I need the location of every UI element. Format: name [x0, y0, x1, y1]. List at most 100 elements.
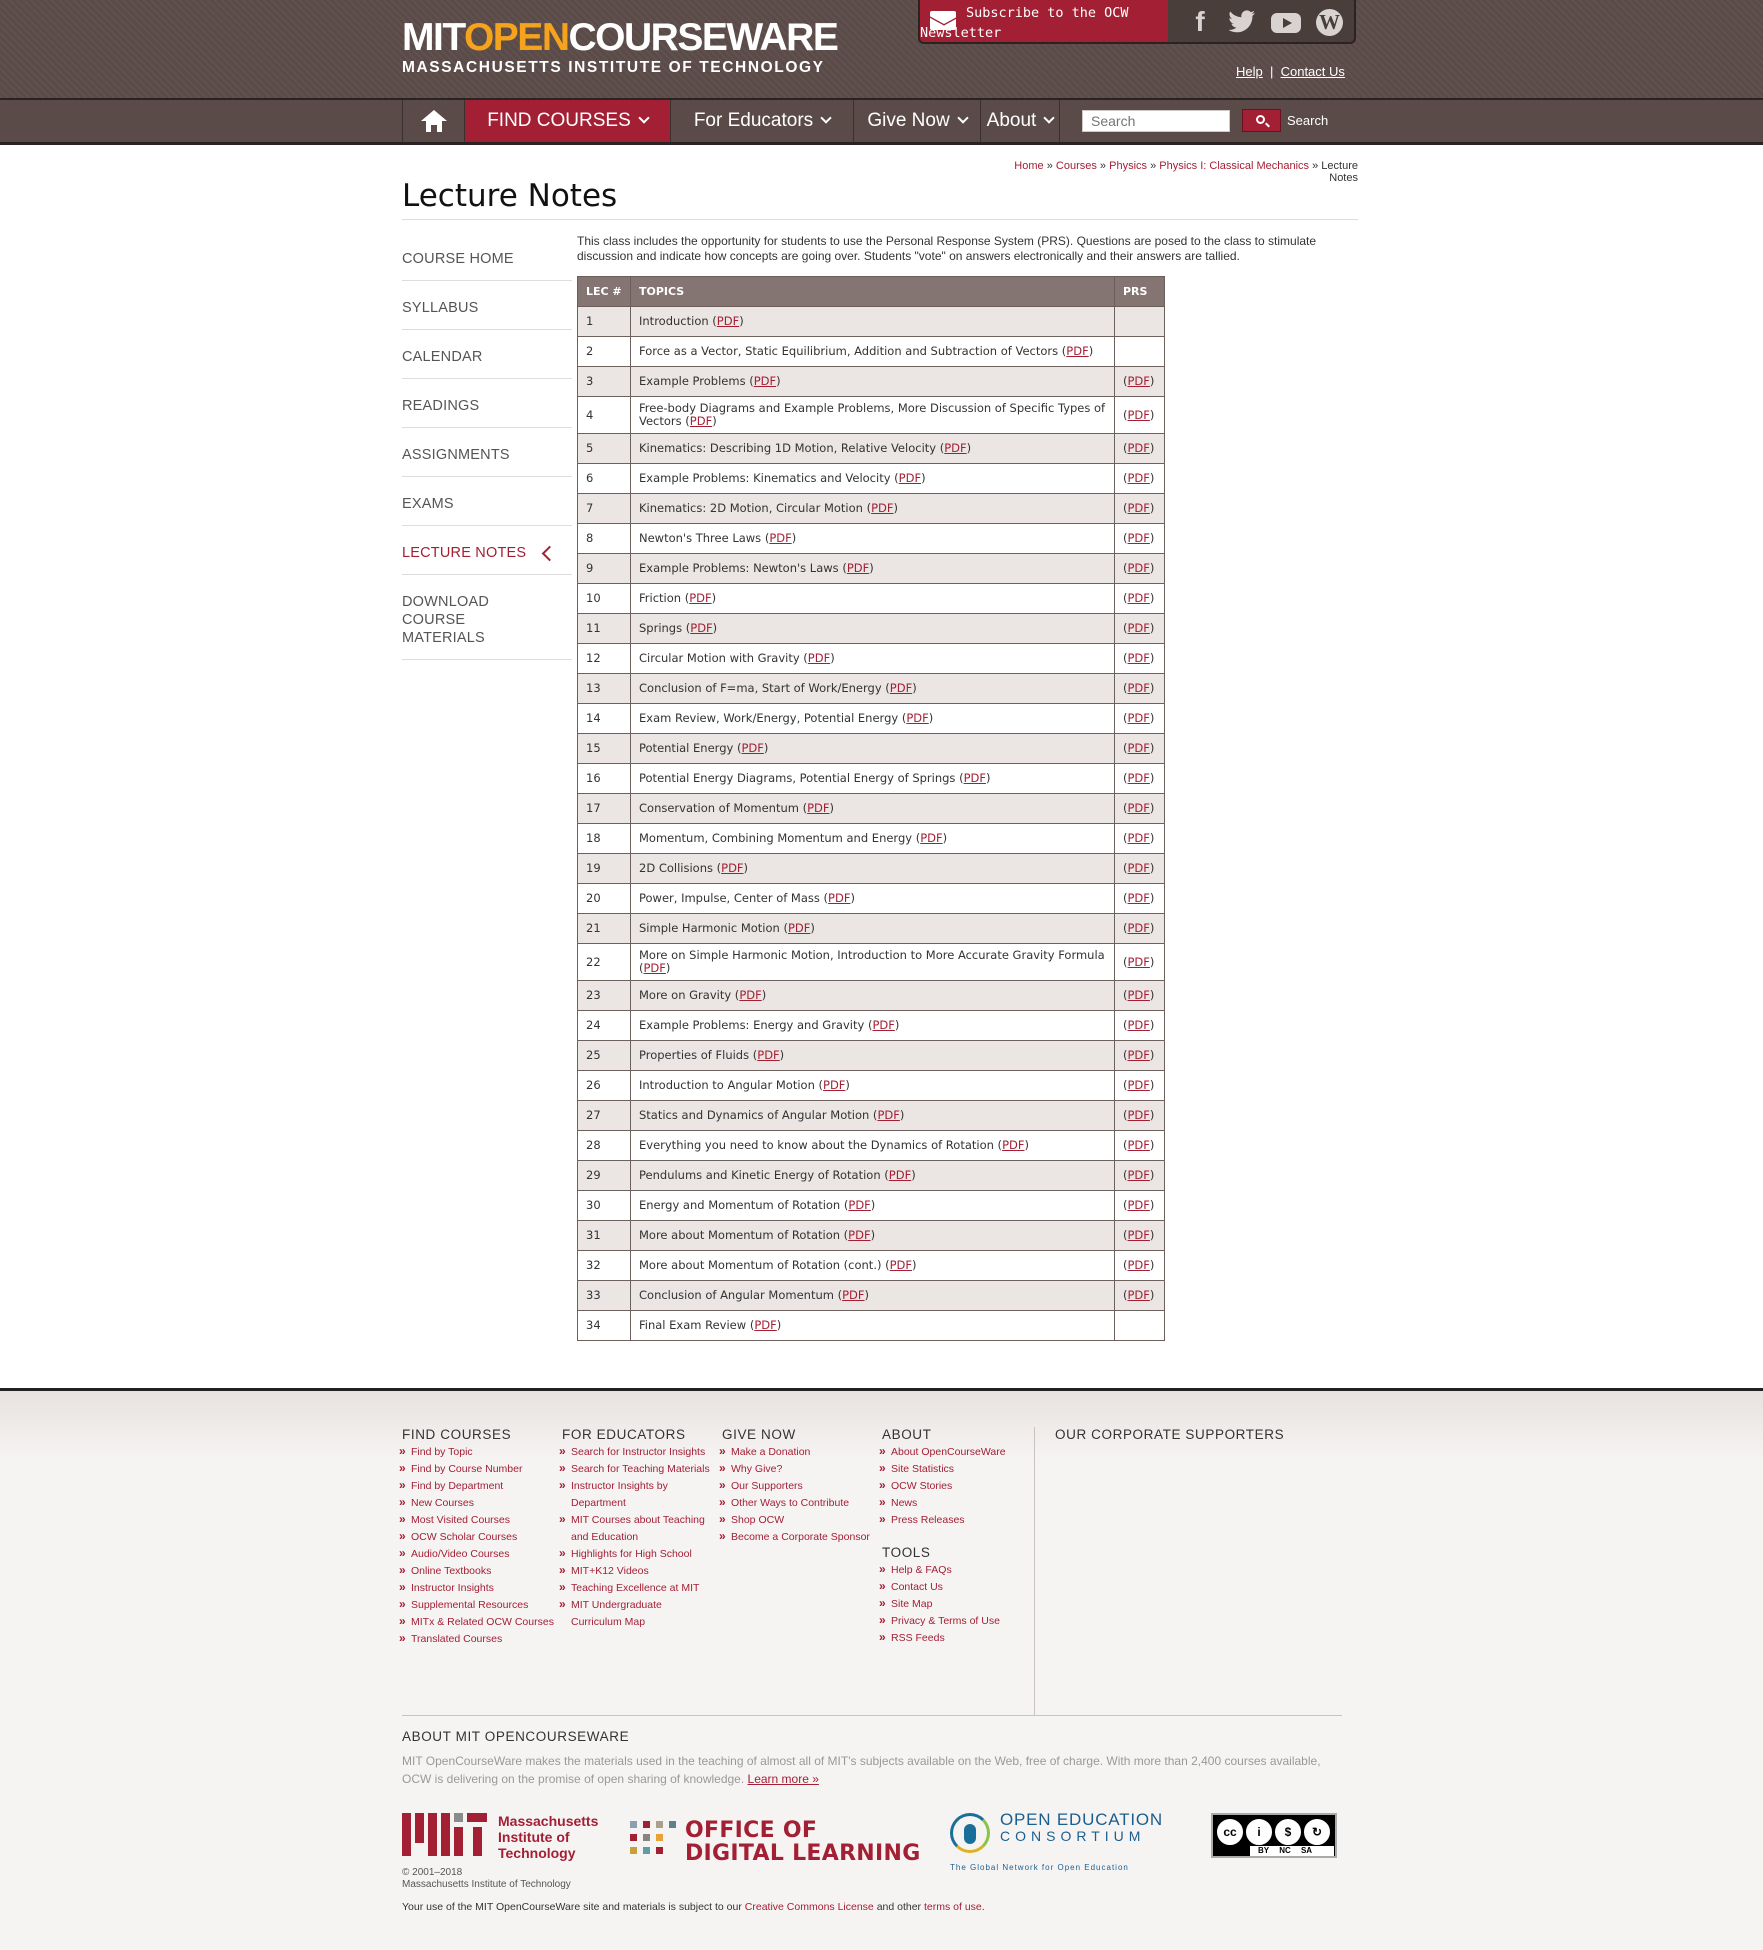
lecture-pdf-link[interactable]: PDF: [807, 801, 829, 815]
lecture-pdf-link[interactable]: PDF: [721, 861, 743, 875]
prs-pdf-link[interactable]: PDF: [1128, 988, 1150, 1002]
footer-link[interactable]: New Courses: [399, 1494, 562, 1512]
lecture-pdf-link[interactable]: PDF: [906, 711, 928, 725]
lecture-pdf-link[interactable]: PDF: [757, 1048, 779, 1062]
lecture-pdf-link[interactable]: PDF: [644, 961, 666, 975]
nav-give-now[interactable]: Give Now: [853, 100, 980, 142]
prs-pdf-link[interactable]: PDF: [1128, 1048, 1150, 1062]
lecture-pdf-link[interactable]: PDF: [754, 1318, 776, 1332]
search-input[interactable]: [1082, 110, 1230, 132]
lecture-pdf-link[interactable]: PDF: [890, 681, 912, 695]
prs-pdf-link[interactable]: PDF: [1128, 1168, 1150, 1182]
twitter-icon[interactable]: [1226, 6, 1258, 38]
creative-commons-badge[interactable]: cc i $ ↻ BY NC SA: [1211, 1813, 1337, 1858]
prs-pdf-link[interactable]: PDF: [1128, 681, 1150, 695]
prs-pdf-link[interactable]: PDF: [1128, 921, 1150, 935]
prs-pdf-link[interactable]: PDF: [1128, 471, 1150, 485]
footer-link[interactable]: News: [879, 1494, 1032, 1512]
footer-link[interactable]: OCW Stories: [879, 1477, 1032, 1495]
sidebar-item-download-course-materials[interactable]: DOWNLOAD COURSE MATERIALS: [402, 575, 572, 660]
footer-link[interactable]: Privacy & Terms of Use: [879, 1612, 1032, 1630]
prs-pdf-link[interactable]: PDF: [1128, 1078, 1150, 1092]
youtube-icon[interactable]: [1270, 6, 1302, 38]
lecture-pdf-link[interactable]: PDF: [1002, 1138, 1024, 1152]
footer-link[interactable]: Other Ways to Contribute: [719, 1494, 872, 1512]
footer-link[interactable]: About OpenCourseWare: [879, 1443, 1032, 1461]
lecture-pdf-link[interactable]: PDF: [788, 921, 810, 935]
prs-pdf-link[interactable]: PDF: [1128, 955, 1150, 969]
footer-link[interactable]: Press Releases: [879, 1511, 1032, 1529]
lecture-pdf-link[interactable]: PDF: [899, 471, 921, 485]
sidebar-item-lecture-notes[interactable]: LECTURE NOTES: [402, 526, 572, 575]
footer-link[interactable]: Teaching Excellence at MIT: [559, 1579, 710, 1597]
footer-link[interactable]: Find by Course Number: [399, 1460, 562, 1478]
prs-pdf-link[interactable]: PDF: [1128, 621, 1150, 635]
lecture-pdf-link[interactable]: PDF: [741, 741, 763, 755]
prs-pdf-link[interactable]: PDF: [1128, 831, 1150, 845]
prs-pdf-link[interactable]: PDF: [1128, 501, 1150, 515]
footer-link[interactable]: Instructor Insights: [399, 1579, 562, 1597]
footer-link[interactable]: Help & FAQs: [879, 1561, 1032, 1579]
prs-pdf-link[interactable]: PDF: [1128, 441, 1150, 455]
sidebar-item-course-home[interactable]: COURSE HOME: [402, 232, 572, 281]
prs-pdf-link[interactable]: PDF: [1128, 374, 1150, 388]
footer-link[interactable]: Our Supporters: [719, 1477, 872, 1495]
lecture-pdf-link[interactable]: PDF: [842, 1288, 864, 1302]
footer-link[interactable]: Audio/Video Courses: [399, 1545, 562, 1563]
lecture-pdf-link[interactable]: PDF: [690, 621, 712, 635]
footer-link[interactable]: MITx & Related OCW Courses: [399, 1613, 562, 1631]
sidebar-item-assignments[interactable]: ASSIGNMENTS: [402, 428, 572, 477]
sidebar-item-exams[interactable]: EXAMS: [402, 477, 572, 526]
nav-for-educators[interactable]: For Educators: [670, 100, 853, 142]
breadcrumb-course[interactable]: Physics I: Classical Mechanics: [1159, 160, 1309, 172]
footer-link[interactable]: Become a Corporate Sponsor: [719, 1528, 872, 1546]
lecture-pdf-link[interactable]: PDF: [964, 771, 986, 785]
prs-pdf-link[interactable]: PDF: [1128, 861, 1150, 875]
lecture-pdf-link[interactable]: PDF: [920, 831, 942, 845]
footer-link[interactable]: MIT Undergraduate Curriculum Map: [559, 1596, 710, 1631]
facebook-icon[interactable]: f: [1184, 6, 1216, 38]
footer-link[interactable]: Find by Department: [399, 1477, 562, 1495]
prs-pdf-link[interactable]: PDF: [1128, 651, 1150, 665]
footer-link[interactable]: Why Give?: [719, 1460, 872, 1478]
footer-link[interactable]: Contact Us: [879, 1578, 1032, 1596]
nav-home[interactable]: [402, 100, 464, 142]
prs-pdf-link[interactable]: PDF: [1128, 561, 1150, 575]
search-button[interactable]: [1242, 109, 1281, 132]
footer-link[interactable]: Supplemental Resources: [399, 1596, 562, 1614]
lecture-pdf-link[interactable]: PDF: [848, 1198, 870, 1212]
footer-link[interactable]: Site Statistics: [879, 1460, 1032, 1478]
prs-pdf-link[interactable]: PDF: [1128, 1228, 1150, 1242]
learn-more-link[interactable]: Learn more »: [748, 1772, 819, 1786]
prs-pdf-link[interactable]: PDF: [1128, 1138, 1150, 1152]
lecture-pdf-link[interactable]: PDF: [754, 374, 776, 388]
lecture-pdf-link[interactable]: PDF: [944, 441, 966, 455]
lecture-pdf-link[interactable]: PDF: [848, 1228, 870, 1242]
newsletter-subscribe-button[interactable]: Subscribe to the OCW Newsletter: [920, 0, 1168, 42]
breadcrumb-physics[interactable]: Physics: [1109, 160, 1147, 172]
prs-pdf-link[interactable]: PDF: [1128, 1258, 1150, 1272]
breadcrumb-courses[interactable]: Courses: [1056, 160, 1097, 172]
lecture-pdf-link[interactable]: PDF: [889, 1168, 911, 1182]
footer-link[interactable]: Find by Topic: [399, 1443, 562, 1461]
lecture-pdf-link[interactable]: PDF: [872, 1018, 894, 1032]
wordpress-icon[interactable]: W: [1314, 6, 1346, 38]
lecture-pdf-link[interactable]: PDF: [877, 1108, 899, 1122]
lecture-pdf-link[interactable]: PDF: [1066, 344, 1088, 358]
open-education-consortium-logo[interactable]: OPEN EDUCATION CONSORTIUM The Global Net…: [950, 1811, 1170, 1875]
prs-pdf-link[interactable]: PDF: [1128, 408, 1150, 422]
lecture-pdf-link[interactable]: PDF: [871, 501, 893, 515]
footer-link[interactable]: Search for Teaching Materials: [559, 1460, 710, 1478]
sidebar-item-calendar[interactable]: CALENDAR: [402, 330, 572, 379]
footer-link[interactable]: Make a Donation: [719, 1443, 872, 1461]
lecture-pdf-link[interactable]: PDF: [828, 891, 850, 905]
prs-pdf-link[interactable]: PDF: [1128, 801, 1150, 815]
footer-link[interactable]: Most Visited Courses: [399, 1511, 562, 1529]
prs-pdf-link[interactable]: PDF: [1128, 531, 1150, 545]
lecture-pdf-link[interactable]: PDF: [890, 1258, 912, 1272]
nav-about[interactable]: About: [980, 100, 1060, 142]
footer-link[interactable]: Instructor Insights by Department: [559, 1477, 710, 1512]
ocw-logo[interactable]: MITOPENCOURSEWARE: [402, 18, 839, 58]
contact-us-link[interactable]: Contact Us: [1281, 64, 1345, 79]
footer-link[interactable]: OCW Scholar Courses: [399, 1528, 562, 1546]
